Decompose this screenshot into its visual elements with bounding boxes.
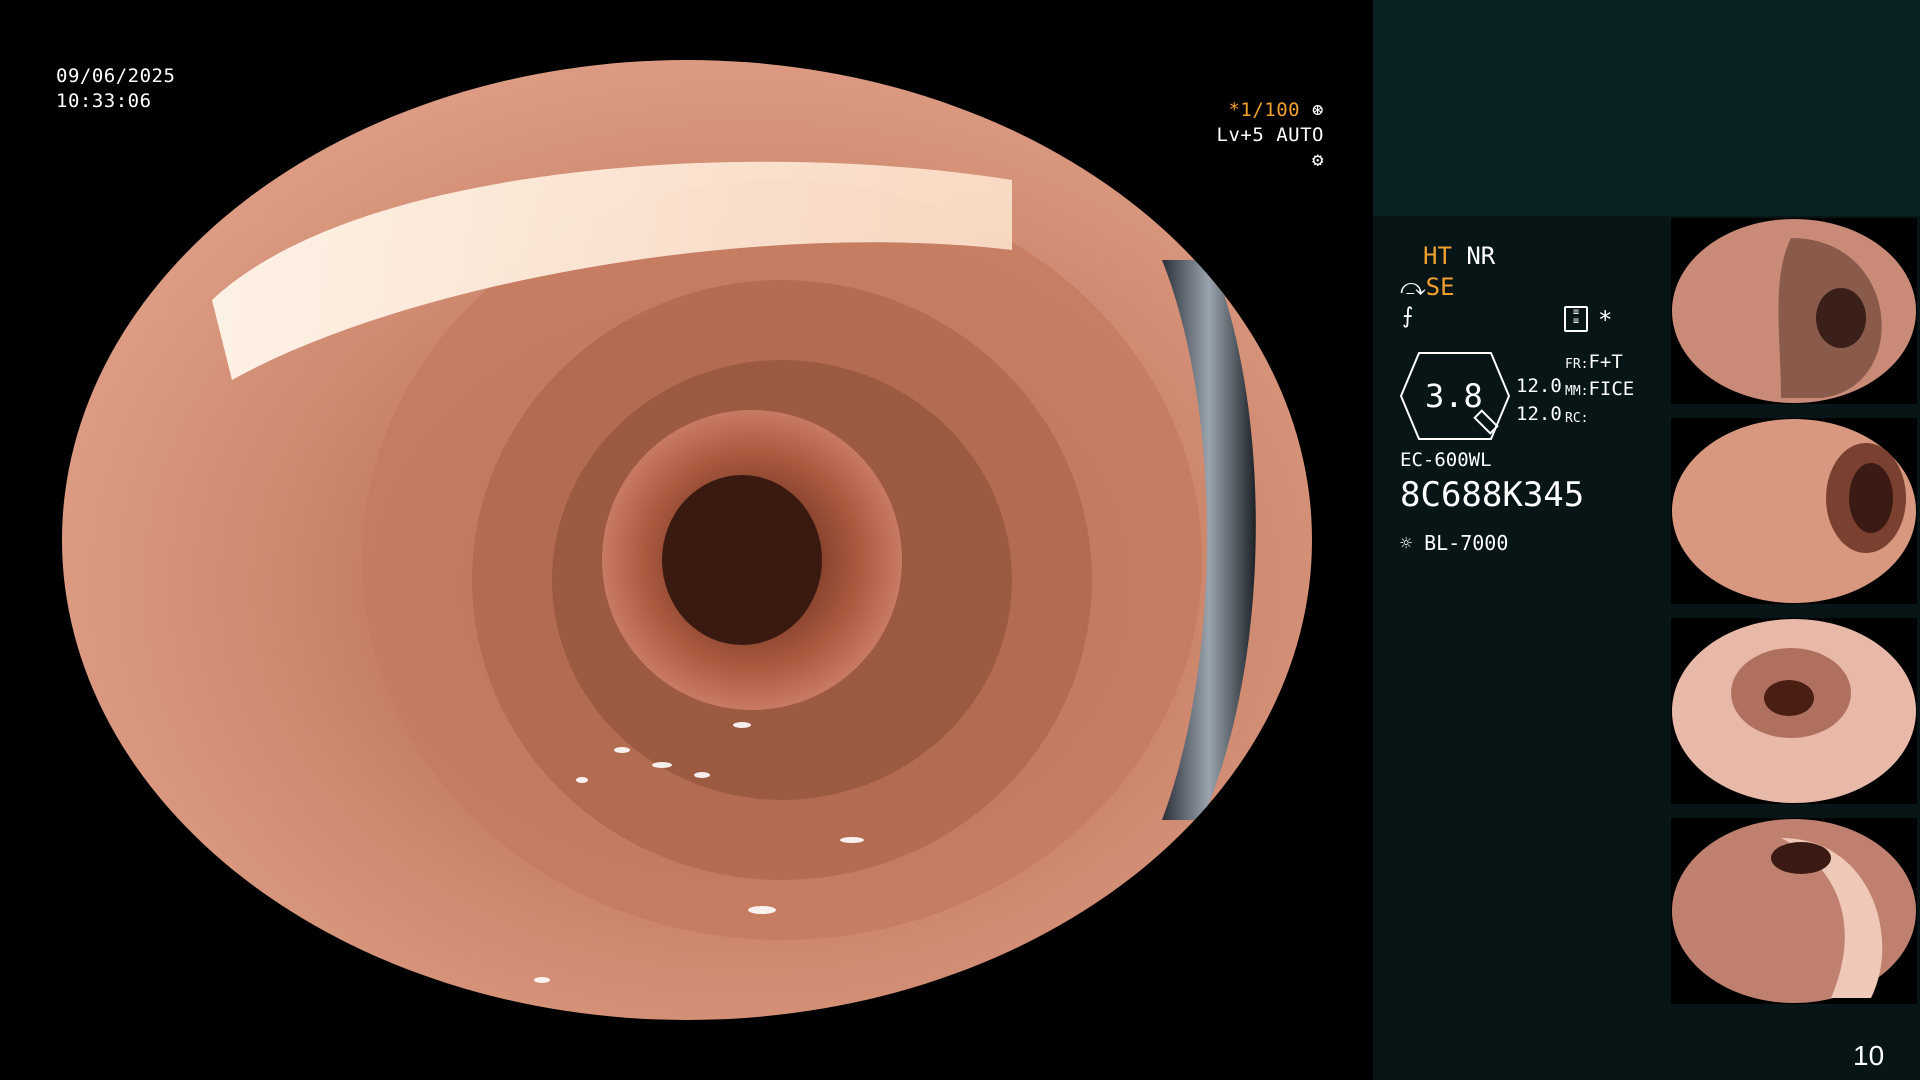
level-text: Lv+5 xyxy=(1216,124,1265,146)
fast-icon: ⨍ xyxy=(1402,304,1414,329)
nr-label: NR xyxy=(1466,242,1496,270)
se-label: SE xyxy=(1425,273,1455,301)
light-source-icon: ☼ xyxy=(1400,531,1413,555)
light-source-row: ☼ BL-7000 xyxy=(1400,531,1508,555)
mode-text: AUTO xyxy=(1276,124,1324,146)
mm-value: FICE xyxy=(1588,378,1635,400)
scope-model: EC-600WL xyxy=(1400,449,1492,471)
ht-nr-row: HT NR xyxy=(1423,242,1495,270)
panel-header xyxy=(1373,0,1920,216)
exposure-readout: *1/100 ⊛ Lv+5 AUTO ⚙ xyxy=(1194,98,1324,173)
magnifier-icon xyxy=(1471,407,1499,435)
page-number: 10 xyxy=(1853,1040,1885,1071)
date-text: 09/06/2025 xyxy=(56,65,176,87)
thumbnail-3[interactable] xyxy=(1671,618,1917,804)
settings-card-icon: ≡ ≡ xyxy=(1564,306,1588,332)
fr-label: FR: xyxy=(1565,357,1589,372)
datetime-readout: 09/06/2025 10:33:06 xyxy=(56,64,175,114)
fr-mm-rc-block: FR:F+T MM:FICE RC: xyxy=(1565,350,1634,431)
zoom-gauge: 3.8 xyxy=(1399,351,1511,441)
ht-label: HT xyxy=(1423,242,1452,270)
endoscope-live-view xyxy=(62,60,1312,1020)
time-text: 10:33:06 xyxy=(56,90,152,112)
thumbnail-1[interactable] xyxy=(1671,218,1917,404)
thumbnail-2[interactable] xyxy=(1671,418,1917,604)
se-curve-icon: ⤼ xyxy=(1400,273,1426,301)
fr-value: F+T xyxy=(1588,351,1623,373)
se-row: ⤼SE xyxy=(1400,273,1455,301)
value-one: 12.0 xyxy=(1516,375,1562,397)
values-column: 12.0 12.0 xyxy=(1516,372,1562,428)
mm-label: MM: xyxy=(1565,384,1589,399)
shutter-text: *1/100 xyxy=(1228,99,1301,121)
value-two: 12.0 xyxy=(1516,403,1562,425)
serial-number: 8C688K345 xyxy=(1400,475,1585,515)
gear-icon: ⚙ xyxy=(1312,149,1324,171)
thumbnail-4[interactable] xyxy=(1671,818,1917,1004)
aperture-icon: ⊛ xyxy=(1312,99,1324,121)
star-indicator: * xyxy=(1598,306,1613,334)
rc-label: RC: xyxy=(1565,411,1589,426)
light-source-text: BL-7000 xyxy=(1424,531,1509,555)
